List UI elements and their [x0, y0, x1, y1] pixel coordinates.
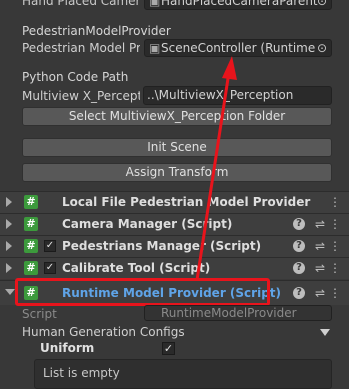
collapse-arrow-icon[interactable]	[320, 329, 330, 336]
list-empty-text: List is empty	[43, 366, 120, 380]
uniform-label: Uniform	[40, 341, 95, 355]
human-configs-label[interactable]: Human Generation Configs	[22, 325, 185, 339]
script-label: Script	[22, 307, 57, 321]
uniform-checkbox[interactable]: ✓	[162, 342, 175, 355]
script-field: RuntimeModelProvider	[144, 305, 332, 321]
